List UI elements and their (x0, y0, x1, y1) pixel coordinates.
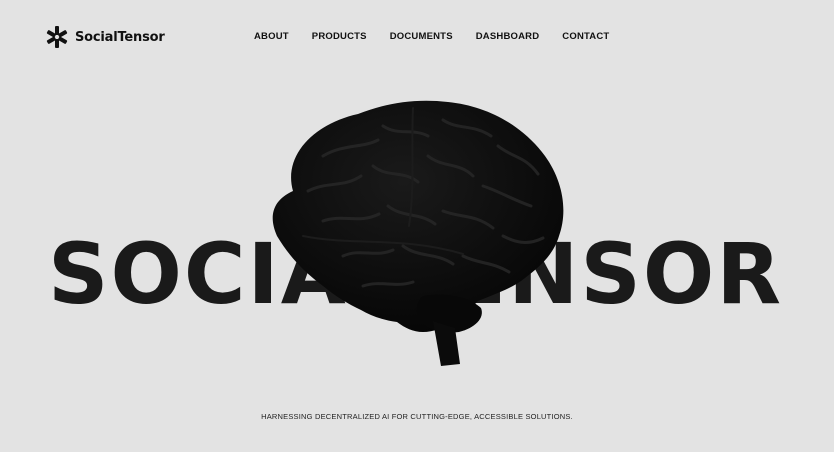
hero-tagline: HARNESSING DECENTRALIZED AI FOR CUTTING-… (261, 412, 573, 421)
brain-image (272, 100, 564, 366)
landing-page: SocialTensor ABOUT PRODUCTS DOCUMENTS DA… (0, 0, 834, 452)
hero-section: SOCIALTENSOR (0, 0, 834, 452)
